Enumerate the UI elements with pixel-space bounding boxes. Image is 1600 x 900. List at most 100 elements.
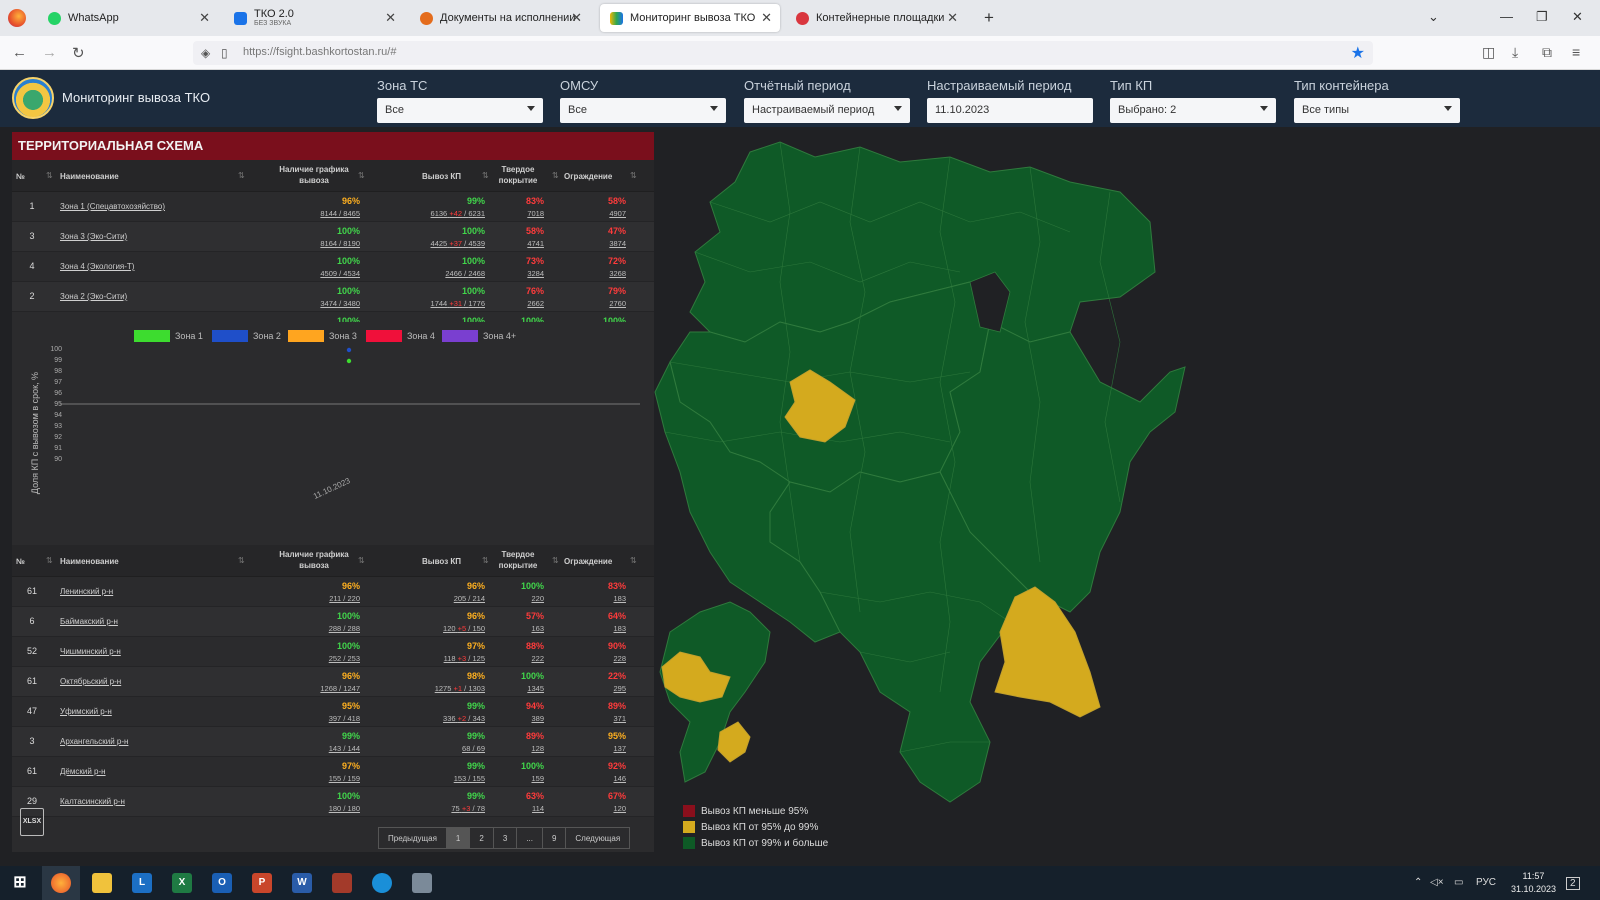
row-name-link[interactable]: Уфимский р-н (60, 707, 112, 716)
row-name-link[interactable]: Ленинский р-н (60, 587, 113, 596)
url-text[interactable]: https://fsight.bashkortostan.ru/# (243, 46, 396, 58)
export-count[interactable]: 336 +2 / 343 (392, 714, 485, 723)
export-count[interactable]: 120 +5 / 150 (392, 624, 485, 633)
col-schedule[interactable]: Наличие графика вывоза (274, 164, 354, 186)
fence-count[interactable]: 3268 (564, 269, 626, 278)
schedule-count[interactable]: 180 / 180 (274, 804, 360, 813)
export-count[interactable]: 118 +3 / 125 (392, 654, 485, 663)
export-count[interactable]: 1275 +1 / 1303 (392, 684, 485, 693)
fence-count[interactable]: 120 (564, 804, 626, 813)
export-xlsx-icon[interactable]: XLSX (20, 808, 44, 836)
address-bar[interactable]: ◈ ▯ https://fsight.bashkortostan.ru/# ★ (193, 41, 1373, 65)
fence-count[interactable]: 183 (564, 594, 626, 603)
fence-count[interactable]: 183 (564, 624, 626, 633)
sort-icon[interactable]: ⇅ (630, 556, 637, 565)
tab-documents[interactable]: Документы на исполнении ✕ (410, 4, 590, 32)
close-icon[interactable]: ✕ (385, 10, 396, 26)
zone-select[interactable]: Все (377, 98, 543, 123)
surface-count[interactable]: 2662 (498, 299, 544, 308)
schedule-count[interactable]: 211 / 220 (274, 594, 360, 603)
sort-icon[interactable]: ⇅ (482, 171, 489, 180)
back-icon[interactable]: ← (12, 44, 27, 61)
omsu-select[interactable]: Все (560, 98, 726, 123)
fence-count[interactable]: 295 (564, 684, 626, 693)
calculator-app-icon[interactable] (332, 873, 352, 893)
sort-icon[interactable]: ⇅ (630, 171, 637, 180)
container-type-select[interactable]: Все типы (1294, 98, 1460, 123)
export-count[interactable]: 75 +3 / 78 (392, 804, 485, 813)
surface-count[interactable]: 7018 (498, 209, 544, 218)
col-export[interactable]: Вывоз КП (422, 171, 461, 182)
pager-page-2[interactable]: 2 (470, 828, 494, 848)
firefox-taskbar-icon[interactable] (51, 873, 71, 893)
kp-type-select[interactable]: Выбрано: 2 (1110, 98, 1276, 123)
schedule-count[interactable]: 4509 / 4534 (274, 269, 360, 278)
export-count[interactable]: 153 / 155 (392, 774, 485, 783)
schedule-count[interactable]: 1268 / 1247 (274, 684, 360, 693)
table-row[interactable]: 47 Уфимский р-н 95% 397 / 418 99% 336 +2 / 34… (12, 697, 654, 727)
tab-list-icon[interactable]: ⌄ (1428, 9, 1439, 25)
row-name-link[interactable]: Зона 4 (Экология-Т) (60, 262, 134, 271)
pager-page-1[interactable]: 1 (446, 828, 471, 848)
tab-monitoring[interactable]: Мониторинг вывоза ТКО ✕ (600, 4, 780, 32)
volume-icon[interactable]: ◁× (1430, 877, 1444, 888)
table-row[interactable]: 29 Калтасинский р-н 100% 180 / 180 99% 75 +3 … (12, 787, 654, 817)
language-indicator[interactable]: РУС (1476, 877, 1496, 888)
fence-count[interactable]: 3874 (564, 239, 626, 248)
fence-count[interactable]: 2760 (564, 299, 626, 308)
close-icon[interactable]: ✕ (761, 10, 772, 26)
pocket-icon[interactable]: ◫ (1482, 44, 1495, 61)
fence-count[interactable]: 228 (564, 654, 626, 663)
row-name-link[interactable]: Зона 1 (Спецавтохозяйство) (60, 202, 165, 211)
reload-icon[interactable]: ↻ (72, 44, 85, 62)
chart-point-zone1[interactable] (346, 358, 352, 364)
surface-count[interactable]: 159 (498, 774, 544, 783)
schedule-count[interactable]: 288 / 288 (274, 624, 360, 633)
file-explorer-icon[interactable] (92, 873, 112, 893)
tab-tko[interactable]: ТКО 2.0 БЕЗ ЗВУКА ✕ (224, 4, 404, 32)
row-name-link[interactable]: Дёмский р-н (60, 767, 106, 776)
legend-item[interactable]: Зона 4 (366, 330, 435, 342)
sort-icon[interactable]: ⇅ (46, 556, 53, 565)
export-count[interactable]: 6136 +42 / 6231 (392, 209, 485, 218)
menu-icon[interactable]: ≡ (1572, 44, 1580, 60)
table-row[interactable]: 3 Зона 3 (Эко-Сити) 100% 8164 / 8190 100% 442… (12, 222, 654, 252)
table-row[interactable]: 6 Баймакский р-н 100% 288 / 288 96% 120 +5 / … (12, 607, 654, 637)
row-name-link[interactable]: Баймакский р-н (60, 617, 118, 626)
export-count[interactable]: 205 / 214 (392, 594, 485, 603)
chart-point-zone2[interactable] (346, 347, 352, 353)
export-count[interactable]: 1744 +31 / 1776 (392, 299, 485, 308)
col-fence[interactable]: Ограждение (564, 171, 612, 182)
close-window-icon[interactable]: ✕ (1572, 9, 1583, 25)
powerpoint-icon[interactable]: P (252, 873, 272, 893)
schedule-count[interactable]: 8144 / 8465 (274, 209, 360, 218)
row-name-link[interactable]: Октябрьский р-н (60, 677, 121, 686)
sort-icon[interactable]: ⇅ (552, 171, 559, 180)
schedule-count[interactable]: 3474 / 3480 (274, 299, 360, 308)
table-row[interactable]: 5 100% 100% 100% 100% (12, 312, 654, 322)
app-icon[interactable] (412, 873, 432, 893)
row-name-link[interactable]: Архангельский р-н (60, 737, 128, 746)
schedule-count[interactable]: 397 / 418 (274, 714, 360, 723)
col-surface[interactable]: Твердое покрытие (498, 164, 538, 186)
legend-item[interactable]: Зона 4+ (442, 330, 516, 342)
surface-count[interactable]: 163 (498, 624, 544, 633)
table-row[interactable]: 4 Зона 4 (Экология-Т) 100% 4509 / 4534 100% 2… (12, 252, 654, 282)
report-period-select[interactable]: Настраиваемый период (744, 98, 910, 123)
col-name[interactable]: Наименование (60, 556, 119, 567)
map-region-yellow-southeast[interactable] (994, 586, 1101, 718)
col-surface[interactable]: Твердое покрытие (498, 549, 538, 571)
sort-icon[interactable]: ⇅ (358, 171, 365, 180)
tab-whatsapp[interactable]: WhatsApp ✕ (38, 4, 218, 32)
surface-count[interactable]: 4741 (498, 239, 544, 248)
col-name[interactable]: Наименование (60, 171, 119, 182)
clock[interactable]: 11:57 31.10.2023 (1511, 870, 1556, 896)
schedule-count[interactable]: 143 / 144 (274, 744, 360, 753)
page-icon[interactable]: ▯ (221, 46, 228, 60)
outlook-icon[interactable]: O (212, 873, 232, 893)
export-count[interactable]: 68 / 69 (392, 744, 485, 753)
sort-icon[interactable]: ⇅ (46, 171, 53, 180)
surface-count[interactable]: 389 (498, 714, 544, 723)
export-count[interactable]: 2466 / 2468 (392, 269, 485, 278)
schedule-count[interactable]: 252 / 253 (274, 654, 360, 663)
